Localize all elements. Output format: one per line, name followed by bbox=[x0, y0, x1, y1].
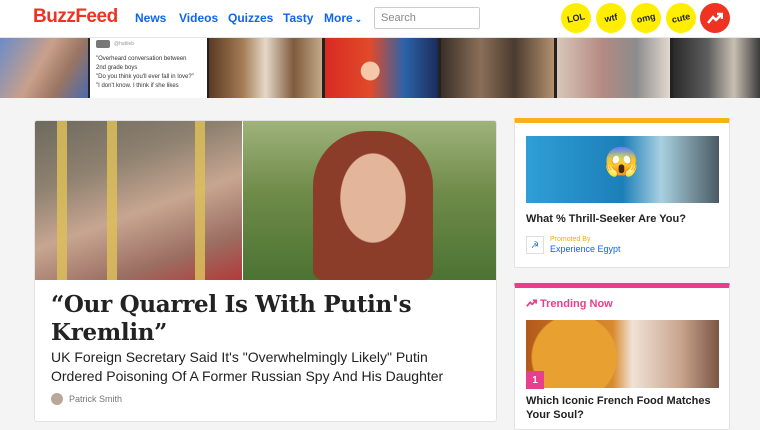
hero-image-right[interactable] bbox=[243, 121, 496, 280]
promoted-by: ☭ Promoted By Experience Egypt bbox=[526, 235, 621, 255]
trending-icon bbox=[526, 299, 538, 307]
trending-image[interactable] bbox=[526, 320, 719, 388]
story-description[interactable]: UK Foreign Secretary Said It's "Overwhel… bbox=[51, 348, 481, 386]
trending-heading-label: Trending Now bbox=[540, 298, 613, 310]
tweet-avatar bbox=[96, 40, 110, 48]
story-headline[interactable]: “Our Quarrel Is With Putin's Kremlin” bbox=[51, 291, 471, 347]
promoted-label: Promoted By bbox=[550, 236, 591, 243]
nav-news[interactable]: News bbox=[135, 11, 166, 25]
omg-badge-button[interactable]: omg bbox=[628, 0, 664, 36]
top-navigation-bar: BuzzFeed News Videos Quizzes Tasty More ⌄… bbox=[0, 0, 760, 38]
strip-thumbnail-1[interactable] bbox=[0, 38, 88, 98]
promo-image[interactable]: 😱 bbox=[526, 136, 719, 203]
chevron-down-icon: ⌄ bbox=[354, 14, 363, 24]
search-input[interactable] bbox=[374, 7, 480, 29]
tweet-line: 2nd grade boys bbox=[96, 65, 138, 71]
sponsor-logo-icon[interactable]: ☭ bbox=[526, 236, 544, 254]
featured-photo-strip: @hattieb "Overheard conversation between… bbox=[0, 38, 760, 98]
tweet-line: "Do you think you'll ever fall in love?" bbox=[96, 74, 194, 80]
trending-heading: Trending Now bbox=[526, 298, 613, 310]
trending-arrow-icon[interactable] bbox=[700, 3, 730, 33]
scream-emoji-icon: 😱 bbox=[604, 146, 639, 177]
tweet-handle: @hattieb bbox=[114, 41, 135, 47]
tweet-line: "Overheard conversation between bbox=[96, 56, 187, 62]
nav-videos[interactable]: Videos bbox=[179, 11, 218, 25]
story-byline: Patrick Smith bbox=[51, 393, 122, 405]
lol-badge-button[interactable]: LOL bbox=[558, 0, 594, 36]
nav-more-menu[interactable]: More ⌄ bbox=[324, 11, 362, 25]
hero-image-left[interactable] bbox=[35, 121, 242, 280]
strip-thumbnail-5[interactable] bbox=[441, 38, 554, 98]
cell-bar bbox=[107, 121, 117, 280]
nav-tasty[interactable]: Tasty bbox=[283, 11, 313, 25]
strip-thumbnail-4[interactable] bbox=[325, 38, 438, 98]
promoted-quiz-card[interactable]: 😱 What % Thrill-Seeker Are You? ☭ Promot… bbox=[514, 118, 730, 268]
promo-title[interactable]: What % Thrill-Seeker Are You? bbox=[526, 213, 686, 225]
strip-thumbnail-3[interactable] bbox=[209, 38, 322, 98]
cell-bar bbox=[195, 121, 205, 280]
strip-thumbnail-tweet[interactable]: @hattieb "Overheard conversation between… bbox=[90, 38, 207, 98]
strip-thumbnail-6[interactable] bbox=[557, 38, 670, 98]
cell-bar bbox=[57, 121, 67, 280]
sponsor-name[interactable]: Experience Egypt bbox=[550, 244, 621, 255]
nav-quizzes[interactable]: Quizzes bbox=[228, 11, 273, 25]
more-label: More bbox=[324, 11, 353, 25]
author-avatar[interactable] bbox=[51, 393, 63, 405]
trending-rank-badge: 1 bbox=[526, 371, 544, 389]
wtf-badge-button[interactable]: wtf bbox=[593, 0, 629, 36]
author-name[interactable]: Patrick Smith bbox=[69, 394, 122, 404]
trending-arrow-svg bbox=[707, 12, 723, 24]
trending-now-card: Trending Now 1 Which Iconic French Food … bbox=[514, 283, 730, 430]
strip-thumbnail-7[interactable] bbox=[673, 38, 760, 98]
tweet-line: "I don't know. I think if she likes bbox=[96, 83, 179, 89]
cute-badge-button[interactable]: cute bbox=[663, 0, 699, 36]
buzzfeed-logo[interactable]: BuzzFeed bbox=[33, 6, 118, 28]
portrait-shape bbox=[313, 131, 433, 280]
main-story-card[interactable]: “Our Quarrel Is With Putin's Kremlin” UK… bbox=[34, 120, 497, 422]
trending-title[interactable]: Which Iconic French Food Matches Your So… bbox=[526, 394, 721, 422]
